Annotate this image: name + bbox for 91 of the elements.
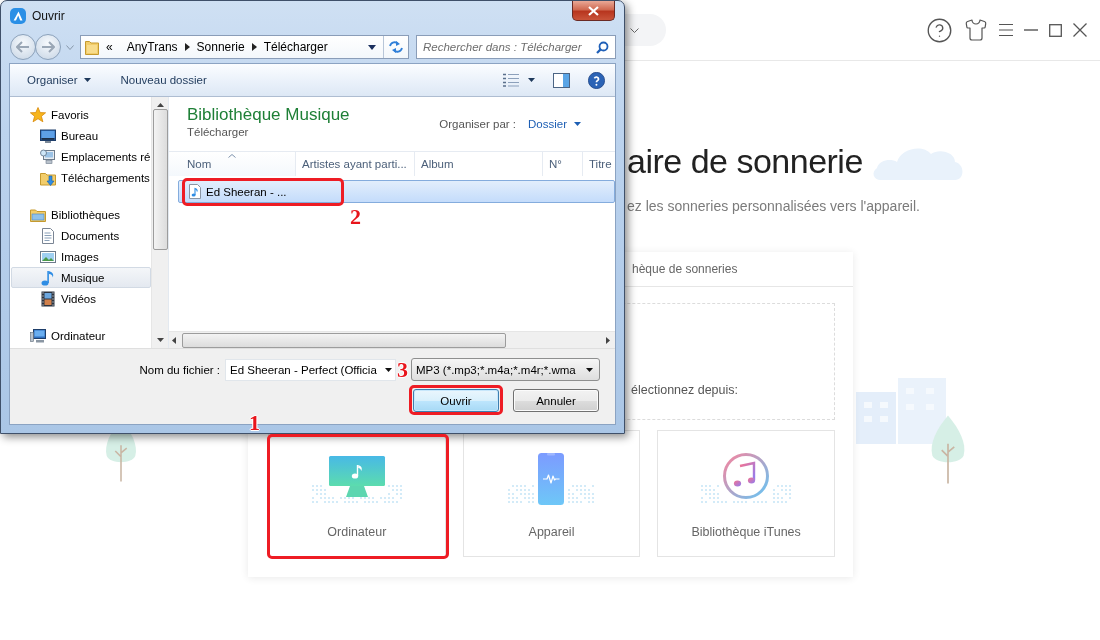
breadcrumb-overflow[interactable]: « <box>99 40 120 54</box>
source-card[interactable]: Bibliothèque iTunes <box>657 430 835 557</box>
caret-right-icon[interactable] <box>184 43 190 51</box>
scroll-up-icon[interactable] <box>156 103 164 107</box>
nav-item[interactable]: Musique <box>11 267 151 288</box>
file-name-field[interactable]: Ed Sheeran - Perfect (Officia <box>225 358 396 381</box>
breadcrumb-item[interactable]: Sonnerie <box>189 40 252 54</box>
menu-icon[interactable] <box>999 24 1013 36</box>
document-icon <box>40 227 56 244</box>
arrow-right-icon <box>41 41 55 53</box>
library-folder-icon <box>30 206 46 223</box>
nav-item[interactable]: Ordinateur <box>11 325 151 346</box>
horizontal-scrollbar[interactable] <box>169 331 615 348</box>
scroll-left-icon[interactable] <box>172 336 176 344</box>
breadcrumb-item[interactable]: AnyTrans <box>119 40 185 54</box>
list-view-icon <box>503 73 519 87</box>
page-subtitle: ez les sonneries personnalisées vers l'appareil. <box>627 197 921 215</box>
search-icon <box>596 40 609 54</box>
view-options-button[interactable] <box>501 71 537 89</box>
scrollbar-thumb[interactable] <box>182 332 506 348</box>
caret-down-icon <box>385 367 392 372</box>
column-header[interactable]: Album <box>415 152 543 176</box>
caret-down-icon <box>586 367 593 372</box>
sort-caret-icon <box>228 154 236 158</box>
library-subtitle: Télécharger <box>187 126 250 138</box>
arrange-dropdown[interactable]: Dossier <box>528 118 581 130</box>
music-file-icon <box>189 184 201 199</box>
nav-item[interactable]: Favoris <box>11 104 151 125</box>
page-title: aire de sonnerie <box>627 141 863 182</box>
column-header[interactable]: Artistes ayant parti... <box>296 152 415 176</box>
callout-number: 1 <box>249 412 260 434</box>
vertical-scrollbar[interactable] <box>151 97 168 348</box>
file-name-label: Nom du fichier : <box>139 363 220 376</box>
callout-number: 3 <box>397 359 408 381</box>
caret-down-icon[interactable] <box>368 44 376 50</box>
toolbar-button[interactable]: Nouveau dossier <box>112 70 215 90</box>
dialog-button[interactable]: Ouvrir <box>413 389 499 412</box>
breadcrumb-item[interactable]: Télécharger <box>256 40 335 54</box>
library-title: Bibliothèque Musique <box>187 104 350 125</box>
column-header[interactable]: Titre <box>583 152 615 176</box>
music-library-icon <box>700 452 793 506</box>
address-bar[interactable]: « AnyTrans Sonnerie Télécharger <box>80 35 409 59</box>
source-card[interactable]: Appareil <box>462 430 641 557</box>
nav-item[interactable]: Documents <box>11 225 151 246</box>
file-row[interactable]: Ed Sheeran - ... <box>178 180 615 203</box>
help-button[interactable] <box>586 69 607 91</box>
shirt-icon[interactable] <box>964 18 988 42</box>
prompt-text: électionnez depuis: <box>631 383 740 397</box>
dialog-button[interactable]: Annuler <box>513 389 599 412</box>
nav-item[interactable]: Bureau <box>11 125 151 146</box>
folder-icon <box>85 39 99 55</box>
nav-item[interactable]: Emplacements ré <box>11 146 151 167</box>
search-field[interactable]: Rechercher dans : Télécharger <box>416 35 616 59</box>
scrollbar-thumb[interactable] <box>152 109 168 250</box>
caret-down-icon <box>528 78 535 82</box>
scroll-right-icon[interactable] <box>606 336 610 344</box>
column-header[interactable]: Nom <box>169 152 296 176</box>
refresh-icon <box>388 40 404 54</box>
film-icon <box>40 290 56 307</box>
caret-right-icon[interactable] <box>251 43 257 51</box>
chevron-down-icon <box>630 27 639 33</box>
music-note-icon <box>40 269 56 286</box>
app-logo-icon <box>10 8 26 24</box>
dialog-title: Ouvrir <box>32 9 65 23</box>
caret-down-icon <box>83 78 91 82</box>
close-icon <box>588 5 599 16</box>
preview-pane-button[interactable] <box>551 70 572 90</box>
arrow-left-icon <box>16 41 30 53</box>
nav-item[interactable]: Téléchargements <box>11 167 151 188</box>
close-icon[interactable] <box>1073 23 1087 37</box>
file-type-select[interactable]: MP3 (*.mp3;*.m4a;*.m4r;*.wma <box>411 358 600 381</box>
desktop-icon <box>40 127 56 144</box>
scroll-down-icon[interactable] <box>156 338 164 342</box>
column-header[interactable]: N° <box>543 152 583 176</box>
caret-down-icon <box>574 122 581 126</box>
preview-pane-icon <box>553 72 570 88</box>
help-icon[interactable] <box>926 16 953 44</box>
nav-item[interactable]: Bibliothèques <box>11 204 151 225</box>
arrange-label: Organiser par : <box>439 118 516 130</box>
help-icon <box>588 71 605 89</box>
nav-item[interactable]: Vidéos <box>11 288 151 309</box>
callout-number: 2 <box>350 206 361 228</box>
network-computer-icon <box>40 148 56 165</box>
maximize-icon[interactable] <box>1049 23 1062 37</box>
close-button[interactable] <box>572 1 615 21</box>
computer-icon <box>30 327 46 344</box>
tab[interactable]: hèque de sonneries <box>632 261 738 277</box>
nav-item[interactable]: Images <box>11 246 151 267</box>
picture-icon <box>40 248 56 265</box>
toolbar-button[interactable]: Organiser <box>19 70 99 90</box>
star-icon <box>30 106 46 123</box>
